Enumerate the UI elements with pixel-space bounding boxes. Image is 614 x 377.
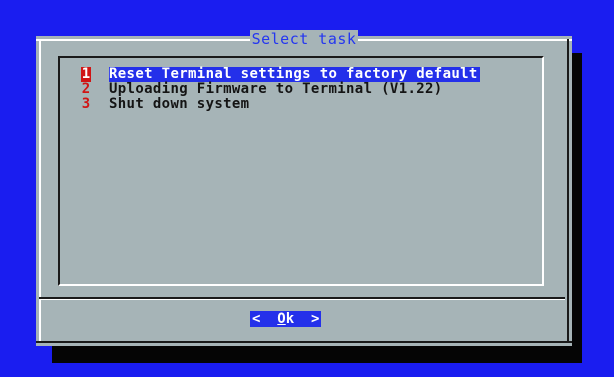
terminal-screen: Select task 1 Reset Terminal settings to… — [0, 0, 614, 377]
menu-item-hotkey: 1 — [81, 66, 91, 82]
menu-item-reset-factory[interactable]: 1 Reset Terminal settings to factory def… — [81, 67, 480, 82]
menu-item-label: Shut down system — [109, 96, 250, 112]
ok-button[interactable]: < Ok > — [250, 311, 322, 327]
dialog-frame-left — [39, 39, 41, 341]
menu-item-label: Reset Terminal settings to factory defau… — [109, 66, 480, 82]
ok-button-hotkey: O — [277, 311, 286, 327]
dialog-frame-right — [567, 39, 569, 341]
dialog-title: Select task — [249, 30, 359, 48]
button-bar-separator-highlight — [39, 299, 565, 300]
menu-item-hotkey: 2 — [81, 81, 91, 97]
dialog-frame-bottom — [36, 341, 572, 343]
dialog-title-wrap: Select task — [36, 30, 572, 48]
menu-item-shut-down[interactable]: 3 Shut down system — [81, 97, 480, 112]
select-task-dialog: Select task 1 Reset Terminal settings to… — [36, 30, 572, 346]
task-list-box: 1 Reset Terminal settings to factory def… — [58, 56, 544, 286]
menu-item-hotkey: 3 — [81, 96, 91, 112]
ok-button-left-bracket: < — [252, 311, 278, 327]
menu-item-label: Uploading Firmware to Terminal (V1.22) — [109, 81, 443, 97]
ok-button-label-rest: k — [285, 311, 295, 327]
task-menu: 1 Reset Terminal settings to factory def… — [81, 67, 480, 112]
menu-item-upload-firmware[interactable]: 2 Uploading Firmware to Terminal (V1.22) — [81, 82, 480, 97]
ok-button-right-bracket: > — [294, 311, 320, 327]
